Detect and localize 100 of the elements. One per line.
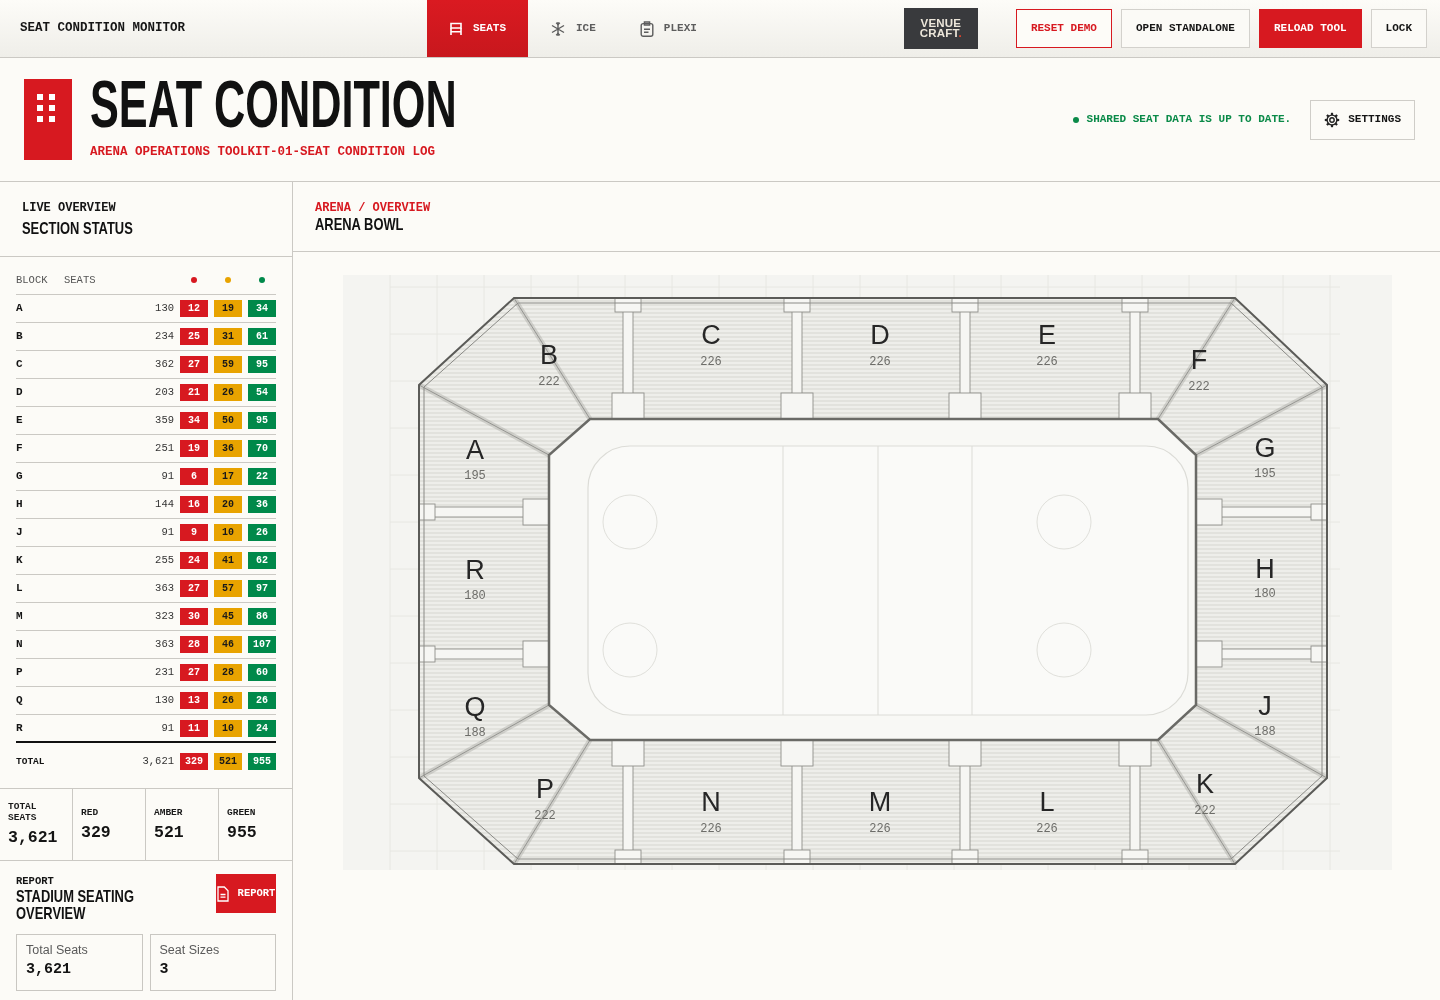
block-label: E xyxy=(16,414,23,427)
block-label: A xyxy=(16,302,23,315)
block-label: N xyxy=(16,638,23,651)
logo: VENUE CRAFT. xyxy=(903,8,978,49)
nav-tab[interactable]: ICE xyxy=(528,0,618,57)
status-count-badge: 25 xyxy=(180,328,208,345)
status-count-badge: 17 xyxy=(214,468,242,485)
section-seat-count: 180 xyxy=(1254,587,1276,601)
section-seat-count: 222 xyxy=(1194,804,1216,818)
status-count-badge: 6 xyxy=(180,468,208,485)
seat-count: 363 xyxy=(155,582,174,595)
stat-value: 3,621 xyxy=(26,961,71,979)
section-label: P xyxy=(536,774,554,804)
status-count-badge: 62 xyxy=(248,552,276,569)
section-seat-count: 222 xyxy=(1188,380,1210,394)
status-count-badge: 521 xyxy=(214,752,242,770)
report-button[interactable]: REPORT xyxy=(216,874,276,913)
summary-value: 3,621 xyxy=(8,828,58,848)
stat-value: 3 xyxy=(159,961,169,979)
block-label: L xyxy=(16,582,23,595)
seat-count: 363 xyxy=(155,638,174,651)
section-label: A xyxy=(466,435,484,465)
status-count-badge: 34 xyxy=(248,300,276,317)
toolbar-button[interactable]: OPEN STANDALONE xyxy=(1120,9,1250,48)
section-eyebrow: LIVE OVERVIEW xyxy=(22,201,117,215)
block-label: J xyxy=(16,526,23,539)
seat-count: 144 xyxy=(155,498,174,511)
seat-count: 130 xyxy=(155,694,174,707)
summary-label: RED xyxy=(81,806,99,818)
section-label: C xyxy=(701,320,721,350)
status-count-badge: 95 xyxy=(248,356,276,373)
status-count-badge: 60 xyxy=(248,664,276,681)
section-label: J xyxy=(1258,691,1272,721)
section-label: N xyxy=(701,787,721,817)
summary-value: 521 xyxy=(154,822,184,843)
section-seat-count: 226 xyxy=(869,355,891,369)
seat-count: 251 xyxy=(155,442,174,455)
document-icon xyxy=(216,885,229,902)
summary-value: 329 xyxy=(81,822,111,843)
clipboard-icon xyxy=(639,20,654,37)
status-count-badge: 22 xyxy=(248,468,276,485)
block-label: C xyxy=(16,358,23,371)
stat-label: Seat Sizes xyxy=(159,943,220,958)
status-count-badge: 50 xyxy=(214,412,242,429)
section-seat-count: 188 xyxy=(1254,725,1276,739)
section-label: M xyxy=(868,787,892,817)
seat-count: 203 xyxy=(155,386,174,399)
section-seat-count: 222 xyxy=(534,809,556,823)
block-label: R xyxy=(16,721,23,735)
section-label: E xyxy=(1038,320,1056,350)
toolbar-button[interactable]: LOCK xyxy=(1370,9,1427,48)
toolbar-button[interactable]: RELOAD TOOL xyxy=(1258,9,1362,48)
status-count-badge: 97 xyxy=(248,580,276,597)
status-count-badge: 20 xyxy=(214,496,242,513)
status-count-badge: 26 xyxy=(214,384,242,401)
seat-count: 130 xyxy=(155,302,174,315)
seat-count: 91 xyxy=(161,526,174,539)
snowflake-icon xyxy=(550,20,566,37)
section-seat-count: 195 xyxy=(464,469,486,483)
status-count-badge: 54 xyxy=(248,384,276,401)
block-label: B xyxy=(16,330,23,343)
section-seat-count: 226 xyxy=(869,822,891,836)
section-seat-count: 226 xyxy=(700,822,722,836)
status-count-badge: 46 xyxy=(214,636,242,653)
summary-value: 955 xyxy=(227,822,257,843)
section-seat-count: 195 xyxy=(1254,467,1276,481)
status-count-badge: 26 xyxy=(248,692,276,709)
summary-label: TOTAL SEATS xyxy=(8,801,38,823)
status-count-badge: 16 xyxy=(180,496,208,513)
section-seat-count: 226 xyxy=(700,355,722,369)
column-header: SEATS xyxy=(64,274,96,286)
nav-tab[interactable]: PLEXI xyxy=(617,0,719,57)
section-seat-count: 226 xyxy=(1036,822,1058,836)
status-count-badge: 57 xyxy=(214,580,242,597)
status-count-badge: 19 xyxy=(214,300,242,317)
section-label: B xyxy=(540,340,558,370)
seat-count: 323 xyxy=(155,610,174,623)
status-count-badge: 107 xyxy=(248,636,276,653)
status-count-badge: 36 xyxy=(248,496,276,513)
status-count-badge: 70 xyxy=(248,440,276,457)
nav-tab[interactable]: SEATS xyxy=(427,0,528,57)
status-count-badge: 19 xyxy=(180,440,208,457)
breadcrumb: ARENA / OVERVIEW xyxy=(315,201,431,215)
seat-count: 255 xyxy=(155,554,174,567)
block-label: K xyxy=(16,554,23,567)
status-count-badge: 45 xyxy=(214,608,242,625)
section-seat-count: 222 xyxy=(538,375,560,389)
status-count-badge: 24 xyxy=(248,719,276,737)
total-label: TOTAL xyxy=(16,754,45,768)
block-label: H xyxy=(16,498,23,511)
status-count-badge: 41 xyxy=(214,552,242,569)
status-count-badge: 21 xyxy=(180,384,208,401)
status-count-badge: 27 xyxy=(180,580,208,597)
dots-grid-icon xyxy=(24,79,72,160)
toolbar-button[interactable]: RESET DEMO xyxy=(1015,9,1112,48)
section-label: K xyxy=(1196,769,1214,799)
block-label: G xyxy=(16,470,23,483)
block-label: D xyxy=(16,386,23,399)
settings-button[interactable]: SETTINGS xyxy=(1310,99,1415,140)
block-label: Q xyxy=(16,694,23,707)
